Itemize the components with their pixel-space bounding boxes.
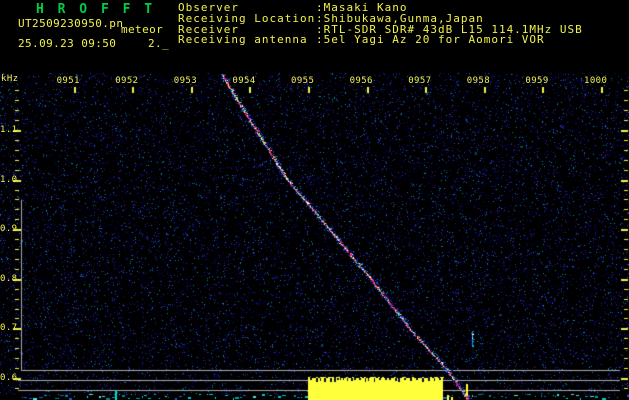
station-info: Observer:Masaki Kano Receiving Location:S… bbox=[178, 2, 583, 47]
station-info-value: :5el Yagi Az 20 for Aomori VOR bbox=[316, 33, 545, 47]
station-info-label: Receiving antenna bbox=[178, 33, 308, 47]
freq-axis-unit: kHz bbox=[1, 74, 19, 84]
counter-value: 2._ bbox=[148, 37, 170, 50]
app-title: H R O F F T bbox=[36, 2, 156, 17]
spectrogram-canvas bbox=[0, 0, 629, 400]
station-info-row: Receiving antenna :5el Yagi Az 20 for Aom… bbox=[178, 33, 583, 47]
capture-filename: UT2509230950.pn bbox=[18, 17, 124, 30]
hrofft-screen: H R O F F T UT2509230950.pn meteor 25.09… bbox=[0, 0, 629, 400]
mode-label: meteor bbox=[121, 23, 164, 36]
datetime-label: 25.09.23 09:50 bbox=[18, 37, 117, 50]
